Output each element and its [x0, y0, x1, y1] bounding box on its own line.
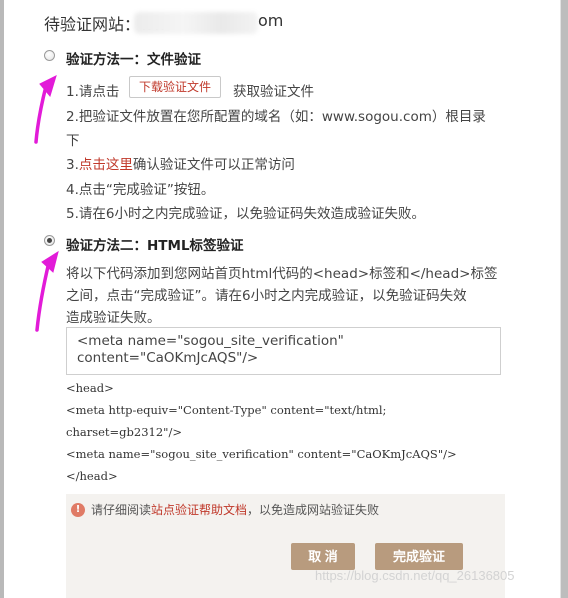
arrow-head	[41, 250, 59, 273]
watermark: https://blog.csdn.net/qq_26136805	[315, 568, 515, 583]
code-line: </head>	[66, 469, 118, 483]
arrow-to-method1	[34, 84, 48, 144]
arrow-to-method2	[35, 260, 51, 332]
cancel-button[interactable]: 取 消	[291, 543, 355, 570]
site-label-tail: om	[258, 11, 284, 30]
blurred-domain	[134, 12, 258, 34]
notice-text: 请仔细阅读站点验证帮助文档，以免造成网站验证失败	[91, 494, 379, 526]
meta-line1: <meta name="sogou_site_verification"	[77, 333, 344, 349]
step3-suffix: 确认验证文件可以正常访问	[132, 157, 295, 173]
notice-suffix: ，以免造成网站验证失败	[247, 503, 380, 517]
desc-line1: 将以下代码添加到您网站首页html代码的<head>标签和</head>标签	[66, 266, 498, 282]
complete-verification-button[interactable]: 完成验证	[375, 543, 463, 570]
download-file-button[interactable]: 下载验证文件	[129, 76, 221, 98]
method2-description: 将以下代码添加到您网站首页html代码的<head>标签和</head>标签 之…	[66, 263, 511, 329]
step1-suffix: 获取验证文件	[233, 84, 314, 100]
code-sample: <head> <meta http-equiv="Content-Type" c…	[66, 377, 457, 487]
warning-icon: !	[71, 503, 85, 517]
desc-line3: 造成验证失败。	[66, 310, 161, 326]
scrollbar[interactable]	[561, 0, 568, 598]
desc-line2: 之间，点击“完成验证”。请在6小时之内完成验证，以免验证码失效	[66, 288, 467, 304]
code-line: charset=gb2312"/>	[66, 425, 182, 439]
step2-line1: 2.把验证文件放置在您所配置的域名（如：www.sogou.com）根目录	[66, 109, 486, 125]
code-line: <meta http-equiv="Content-Type" content=…	[66, 403, 387, 417]
meta-line2: content="CaOKmJcAQS"/>	[77, 350, 259, 366]
notice-bar: ! 请仔细阅读站点验证帮助文档，以免造成网站验证失败	[66, 494, 505, 526]
notice-prefix: 请仔细阅读	[91, 503, 152, 517]
code-line: <head>	[66, 381, 114, 395]
help-doc-link[interactable]: 站点验证帮助文档	[151, 503, 247, 517]
meta-tag-box[interactable]: <meta name="sogou_site_verification" con…	[66, 327, 501, 375]
arrow-head	[39, 75, 57, 98]
code-line: <meta name="sogou_site_verification" con…	[66, 447, 457, 461]
annotation-arrows	[34, 75, 59, 332]
